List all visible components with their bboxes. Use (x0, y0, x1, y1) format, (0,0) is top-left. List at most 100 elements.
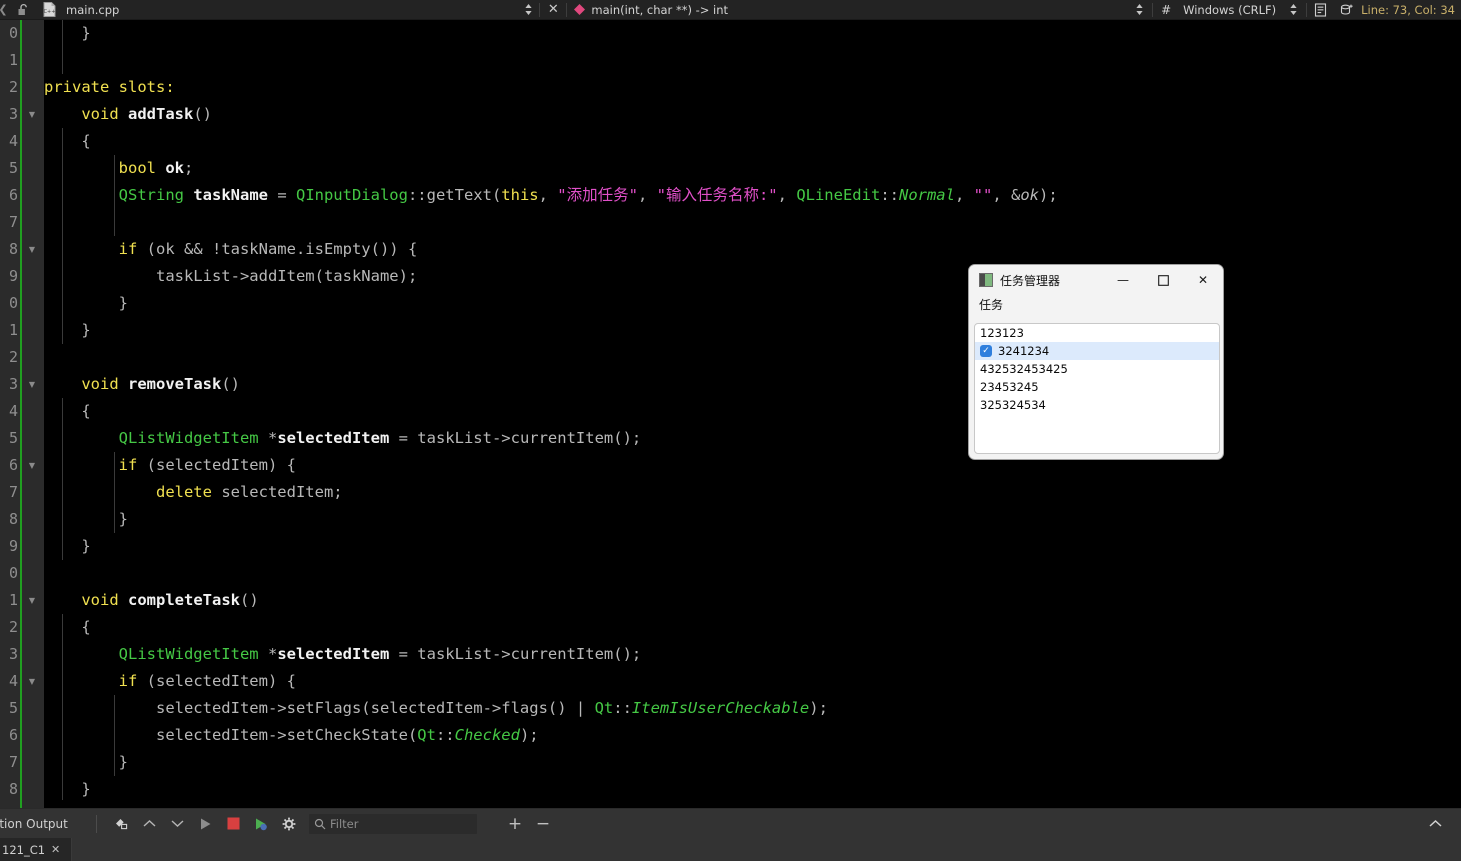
fold-toggle-icon[interactable]: ▼ (26, 452, 38, 479)
line-number: 9 (8, 537, 18, 555)
fold-toggle-icon[interactable]: ▼ (26, 587, 38, 614)
gear-icon[interactable] (275, 812, 303, 836)
code-token: * (258, 429, 278, 447)
list-item[interactable]: ✓ 3241234 (975, 342, 1219, 360)
code-line[interactable] (44, 47, 1461, 74)
code-line[interactable]: { (44, 398, 1461, 425)
fold-toggle-icon[interactable]: ▼ (26, 236, 38, 263)
document-lines-icon[interactable] (1307, 2, 1333, 17)
code-line[interactable]: { (44, 614, 1461, 641)
session-tab[interactable]: 121_C1 ✕ (0, 838, 72, 861)
code-line[interactable]: taskList->addItem(taskName); (44, 263, 1461, 290)
code-token: selectedItem; (211, 483, 343, 501)
fold-toggle-icon[interactable]: ▼ (26, 101, 38, 128)
code-token: QListWidgetItem (118, 429, 259, 447)
debug-run-icon[interactable] (247, 812, 275, 836)
line-number: 0 (8, 564, 18, 582)
window-icon (979, 273, 993, 287)
line-number: 7 (8, 483, 18, 501)
code-token: ); (809, 699, 828, 717)
cpp-file-icon: C++ (36, 2, 62, 17)
bottom-tab-bar: 121_C1 ✕ (0, 838, 1461, 861)
task-list[interactable]: 123123 ✓ 3241234 432532453425 23453245 325324… (974, 323, 1220, 454)
maximize-button[interactable] (1143, 265, 1183, 295)
list-item[interactable]: 23453245 (975, 378, 1219, 396)
code-line[interactable] (44, 344, 1461, 371)
minimize-button[interactable]: — (1103, 265, 1143, 295)
symbol-selector-updown-icon[interactable] (1126, 3, 1152, 16)
code-line[interactable]: selectedItem->setFlags(selectedItem->fla… (44, 695, 1461, 722)
filter-input[interactable]: Filter (309, 813, 477, 834)
code-line[interactable]: } (44, 20, 1461, 47)
code-line[interactable]: if (selectedItem) { (44, 452, 1461, 479)
code-line[interactable]: bool ok; (44, 155, 1461, 182)
code-line[interactable] (44, 560, 1461, 587)
line-ending-label[interactable]: Windows (CRLF) (1179, 3, 1280, 17)
database-plus-icon[interactable] (1333, 3, 1361, 17)
zoom-in-button[interactable]: + (501, 812, 529, 836)
code-line[interactable]: private slots: (44, 74, 1461, 101)
code-token: ok (1020, 186, 1039, 204)
close-button[interactable]: ✕ (1183, 265, 1223, 295)
stop-square-icon[interactable] (219, 812, 247, 836)
code-line[interactable]: void addTask() (44, 101, 1461, 128)
code-token: "添加任务" (557, 186, 638, 204)
zoom-out-button[interactable]: − (529, 812, 557, 836)
code-line[interactable]: void removeTask() (44, 371, 1461, 398)
unlocked-padlock-icon[interactable] (10, 3, 36, 17)
code-line[interactable]: QListWidgetItem *selectedItem = taskList… (44, 641, 1461, 668)
code-line[interactable]: QListWidgetItem *selectedItem = taskList… (44, 425, 1461, 452)
chevron-down-icon[interactable] (163, 812, 191, 836)
code-line[interactable]: QString taskName = QInputDialog::getText… (44, 182, 1461, 209)
code-token: selectedItem->setFlags(selectedItem->fla… (44, 699, 595, 717)
chevron-up-icon[interactable] (135, 812, 163, 836)
cursor-position-label[interactable]: Line: 73, Col: 34 (1361, 3, 1461, 17)
code-text[interactable]: } private slots: void addTask() { bool o… (44, 20, 1461, 803)
code-editor[interactable]: 0 1 2 3 4 5 6 7 8 9 0 1 2 3 4 5 6 7 8 9 0 1 2 3 4 5 6 7 8 } private … (0, 20, 1461, 808)
dialog-title-bar[interactable]: 任务管理器 — ✕ (969, 265, 1223, 295)
code-line[interactable]: } (44, 317, 1461, 344)
session-tab-label: 121_C1 (2, 842, 46, 857)
code-line[interactable]: } (44, 533, 1461, 560)
checkbox-checked-icon[interactable]: ✓ (980, 345, 992, 357)
list-item[interactable]: 325324534 (975, 396, 1219, 414)
code-line[interactable]: } (44, 776, 1461, 803)
code-line[interactable] (44, 209, 1461, 236)
list-item[interactable]: 123123 (975, 324, 1219, 342)
line-ending-updown-icon[interactable] (1280, 3, 1306, 16)
code-token: () (193, 105, 212, 123)
close-icon[interactable]: ✕ (51, 843, 60, 856)
play-triangle-icon[interactable] (191, 812, 219, 836)
close-file-icon[interactable]: ✕ (540, 2, 566, 17)
code-token: , (954, 186, 974, 204)
code-line[interactable]: } (44, 749, 1461, 776)
code-token: :: (435, 726, 455, 744)
file-selector-updown-icon[interactable] (517, 3, 539, 16)
code-token: Checked (454, 726, 520, 744)
chevron-left-icon[interactable]: ❮ (0, 3, 10, 16)
task-manager-dialog[interactable]: 任务管理器 — ✕ 任务 123123 ✓ 3241234 432532453425 2… (968, 264, 1224, 460)
code-line[interactable]: if (ok && !taskName.isEmpty()) { (44, 236, 1461, 263)
code-token: if (118, 240, 138, 258)
line-number: 8 (8, 240, 18, 258)
clear-broom-icon[interactable] (107, 812, 135, 836)
line-number: 3 (8, 375, 18, 393)
code-line[interactable]: } (44, 290, 1461, 317)
line-number: 4 (8, 672, 18, 690)
code-line[interactable]: } (44, 506, 1461, 533)
code-line[interactable]: { (44, 128, 1461, 155)
collapse-panel-icon[interactable] (1421, 812, 1449, 836)
fold-toggle-icon[interactable]: ▼ (26, 371, 38, 398)
code-line[interactable]: if (selectedItem) { (44, 668, 1461, 695)
code-line[interactable]: delete selectedItem; (44, 479, 1461, 506)
fold-toggle-icon[interactable]: ▼ (26, 668, 38, 695)
code-token: "" (973, 186, 993, 204)
file-tab-name[interactable]: main.cpp (66, 3, 119, 17)
current-symbol-label[interactable]: main(int, char **) -> int (591, 3, 728, 17)
list-item[interactable]: 432532453425 (975, 360, 1219, 378)
code-line[interactable]: selectedItem->setCheckState(Qt::Checked)… (44, 722, 1461, 749)
code-line[interactable]: void completeTask() (44, 587, 1461, 614)
